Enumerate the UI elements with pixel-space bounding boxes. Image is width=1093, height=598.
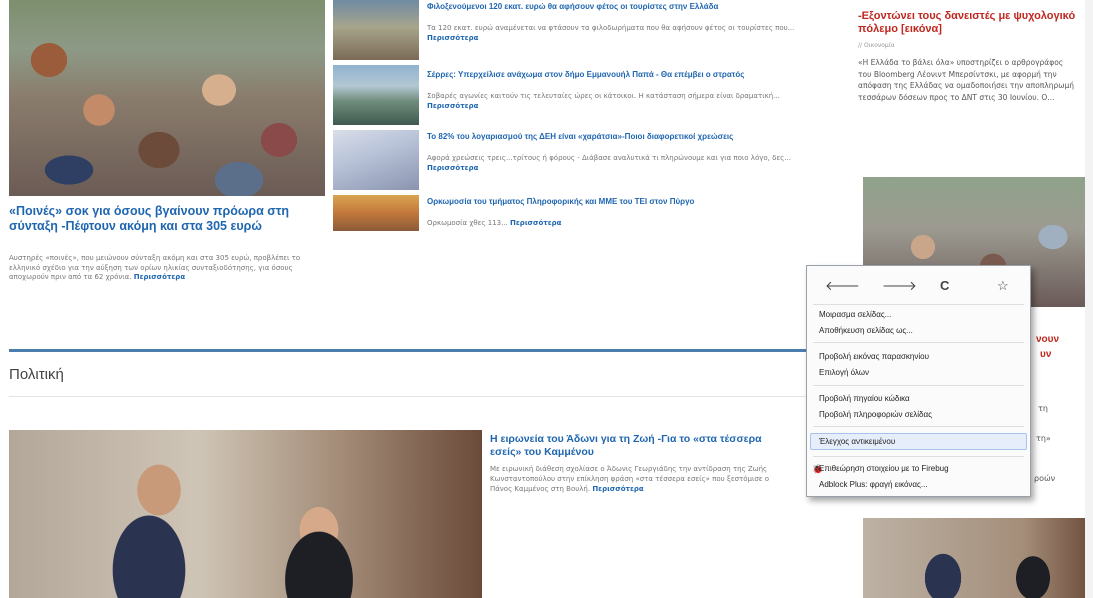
article-thumb-dei[interactable]: [333, 130, 419, 190]
menu-separator: [813, 304, 1024, 305]
politics-article-photo[interactable]: [9, 430, 482, 598]
menu-item-page-info[interactable]: Προβολή πληροφοριών σελίδας: [819, 408, 932, 421]
article-thumb-tourists[interactable]: [333, 0, 419, 60]
article-thumb-ceremony[interactable]: [333, 195, 419, 231]
list-article-summary-text: Ορκωμοσία χθες 113...: [427, 219, 508, 227]
list-article-summary-text: Σοβαρές αγωνίες καιτούν τις τελευταίες ώ…: [427, 92, 780, 100]
list-article-more-link[interactable]: Περισσότερα: [510, 219, 561, 227]
sidebar-category[interactable]: // Οικονομία: [858, 42, 895, 49]
context-menu: 🡐 🡒 C ☆ Μοιρασμα σελίδας... Αποθήκευση σ…: [806, 265, 1031, 497]
section-title[interactable]: Πολιτική: [9, 366, 64, 383]
sidebar-peek-text: ροών: [1034, 474, 1056, 483]
politics-article-summary: Με ειρωνική διάθεση σχολίασε ο Άδωνις Γε…: [490, 464, 790, 494]
main-article-more-link[interactable]: Περισσότερα: [134, 273, 185, 281]
menu-item-adblock-block-image[interactable]: Adblock Plus: φραγή εικόνας...: [819, 478, 928, 491]
menu-separator: [813, 385, 1024, 386]
back-icon[interactable]: 🡐: [825, 278, 860, 294]
list-article-more-link[interactable]: Περισσότερα: [427, 34, 478, 42]
list-article-title[interactable]: Το 82% του λογαριασμού της ΔΕΗ είναι «χα…: [427, 132, 802, 142]
sidebar-peek-headline[interactable]: νουν: [1036, 334, 1059, 345]
menu-item-save-page-as[interactable]: Αποθήκευση σελίδας ως...: [819, 324, 913, 337]
menu-item-inspect-with-firebug[interactable]: Επιθεώρηση στοιχείου με το Firebug: [819, 462, 949, 475]
politics-article-more-link[interactable]: Περισσότερα: [592, 485, 643, 493]
sidebar-peek-text: τη»: [1036, 434, 1051, 443]
list-article-title[interactable]: Σέρρες: Υπερχείλισε ανάχωμα στον δήμο Εμ…: [427, 70, 802, 80]
reload-icon[interactable]: C: [940, 278, 949, 293]
section-divider: [9, 349, 809, 352]
article-thumb-flood[interactable]: [333, 65, 419, 125]
list-article-more-link[interactable]: Περισσότερα: [427, 102, 478, 110]
menu-item-share-page[interactable]: Μοιρασμα σελίδας...: [819, 308, 891, 321]
sidebar-headline[interactable]: -Εξοντώνει τους δανειστές με ψυχολογικό …: [858, 10, 1078, 36]
menu-separator: [813, 342, 1024, 343]
menu-separator: [813, 426, 1024, 427]
sidebar-peek-text: τη: [1038, 404, 1048, 413]
menu-item-view-background-image[interactable]: Προβολή εικόνας παρασκηνίου: [819, 350, 929, 363]
page-scrollbar[interactable]: [1085, 0, 1093, 598]
list-article-summary: Σοβαρές αγωνίες καιτούν τις τελευταίες ώ…: [427, 92, 797, 111]
menu-item-select-all[interactable]: Επιλογή όλων: [819, 366, 869, 379]
main-article-summary: Αυστηρές «ποινές», που μειώνουν σύνταξη …: [9, 254, 309, 283]
main-article-title[interactable]: «Ποινές» σοκ για όσους βγαίνουν πρόωρα σ…: [9, 204, 324, 233]
list-article-title[interactable]: Φιλοξενούμενοι 120 εκατ. ευρώ θα αφήσουν…: [427, 2, 802, 12]
menu-separator: [813, 456, 1024, 457]
menu-item-view-source[interactable]: Προβολή πηγαίου κώδικα: [819, 392, 910, 405]
menu-item-inspect-element[interactable]: Έλεγχος αντικειμένου: [819, 435, 895, 448]
sidebar-politics-photo[interactable]: [863, 518, 1091, 598]
section-rule: [9, 396, 809, 397]
list-article-summary-text: Τα 120 εκατ. ευρώ αναμένεται να φτάσουν …: [427, 24, 795, 32]
sidebar-peek-headline[interactable]: υν: [1040, 349, 1051, 360]
list-article-summary-text: Αφορά χρεώσεις τρεις...τρίτους ή φόρους …: [427, 154, 791, 162]
list-article-title[interactable]: Ορκωμοσία του τμήματος Πληροφορικής και …: [427, 197, 802, 207]
politics-article-title[interactable]: Η ειρωνεία του Άδωνι για τη Ζωή -Για το …: [490, 433, 790, 458]
list-article-summary: Τα 120 εκατ. ευρώ αναμένεται να φτάσουν …: [427, 24, 797, 43]
main-article-photo[interactable]: [9, 0, 325, 196]
sidebar-text: «Η Ελλάδα το βάλει όλα» υποστηρίζει ο αρ…: [858, 58, 1075, 102]
bookmark-star-icon[interactable]: ☆: [997, 278, 1009, 294]
forward-icon[interactable]: 🡒: [882, 278, 917, 294]
list-article-summary: Αφορά χρεώσεις τρεις...τρίτους ή φόρους …: [427, 154, 797, 173]
context-nav-bar: 🡐 🡒 C ☆: [807, 272, 1030, 300]
list-article-summary: Ορκωμοσία χθες 113... Περισσότερα: [427, 219, 797, 229]
list-article-more-link[interactable]: Περισσότερα: [427, 164, 478, 172]
